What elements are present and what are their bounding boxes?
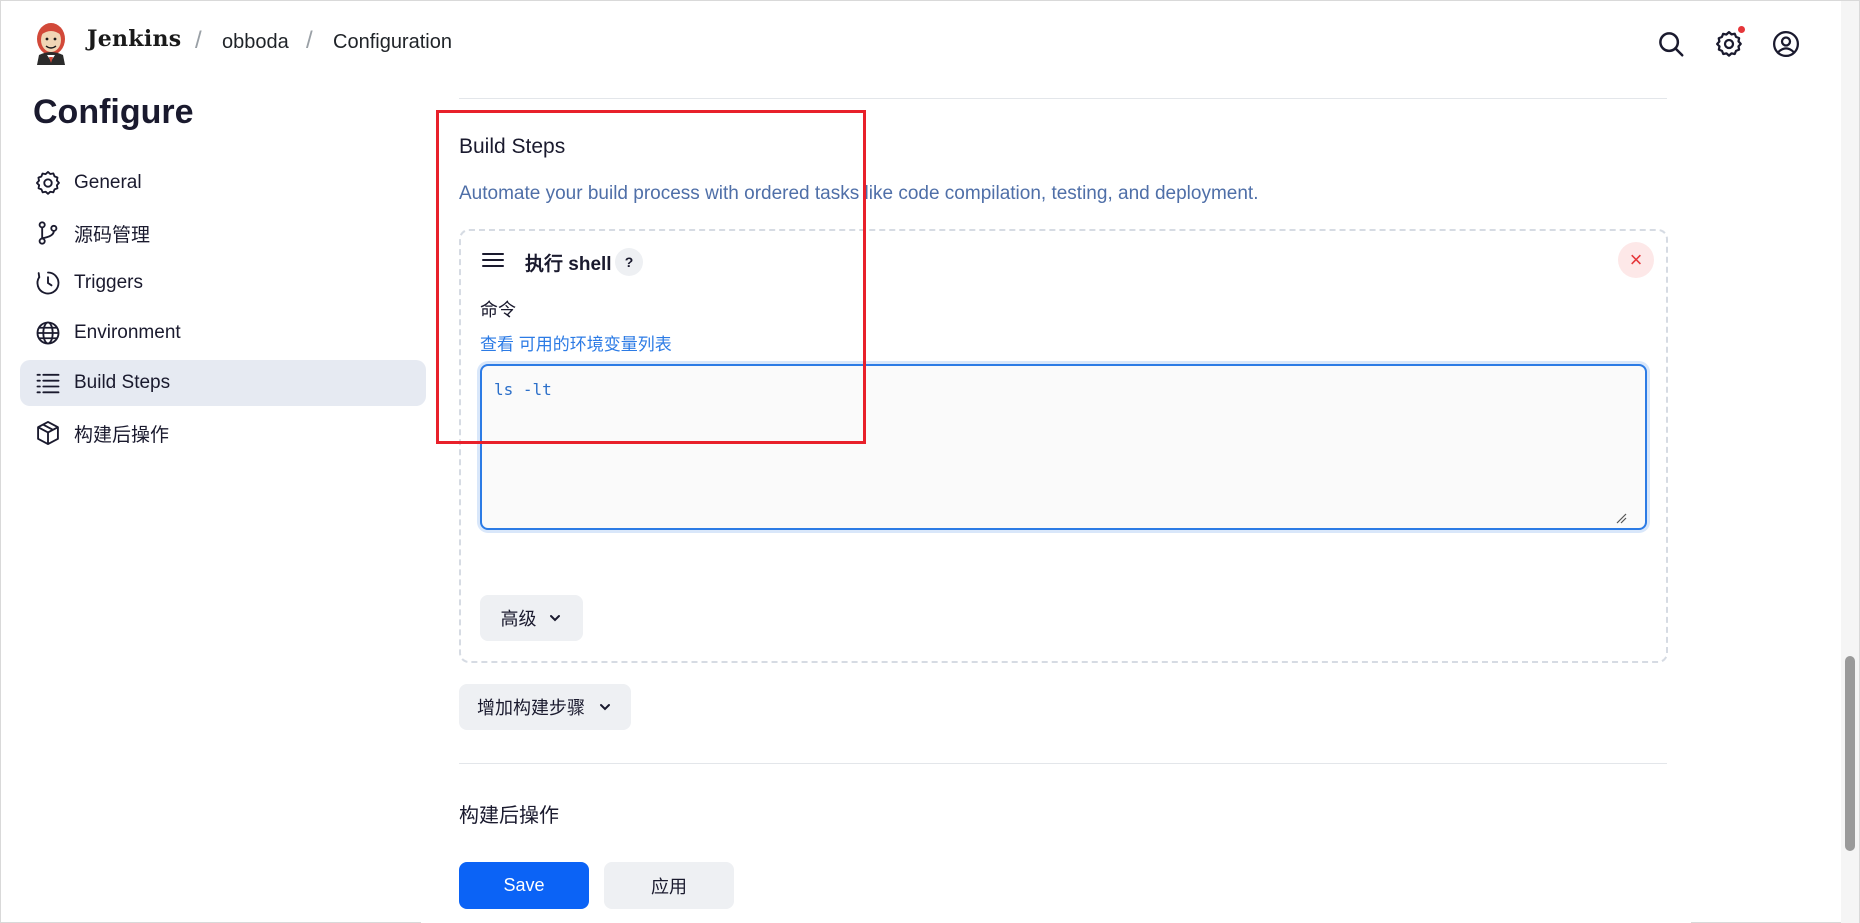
breadcrumb-separator: /: [195, 27, 202, 54]
settings-icon[interactable]: [1714, 29, 1744, 59]
globe-icon: [34, 319, 62, 347]
env-vars-hint: 查看 可用的环境变量列表: [480, 330, 672, 355]
sidebar-item-environment[interactable]: Environment: [20, 310, 426, 356]
section-divider: [459, 763, 1667, 764]
command-textarea[interactable]: ls -lt: [480, 364, 1647, 530]
sidebar-item-label: Build Steps: [74, 372, 171, 393]
save-button[interactable]: Save: [459, 862, 589, 909]
user-icon[interactable]: [1771, 29, 1801, 59]
resize-handle-icon[interactable]: [1615, 511, 1627, 524]
add-build-step-label: 增加构建步骤: [477, 698, 585, 718]
env-vars-link[interactable]: 可用的环境变量列表: [519, 335, 672, 354]
apply-button[interactable]: 应用: [604, 862, 734, 909]
jenkins-logo-icon[interactable]: [33, 19, 69, 65]
command-label: 命令: [480, 300, 516, 320]
sidebar-item-label: Environment: [74, 322, 181, 343]
chevron-down-icon: [600, 704, 610, 711]
gear-icon: [34, 169, 62, 197]
sidebar-item-post-build[interactable]: 构建后操作: [20, 410, 426, 456]
sidebar-item-label: 构建后操作: [74, 424, 170, 446]
sidebar-item-label: 源码管理: [74, 224, 151, 246]
breadcrumb-job[interactable]: obboda: [222, 31, 289, 54]
breadcrumb-separator: /: [306, 27, 313, 54]
sidebar-item-scm[interactable]: 源码管理: [20, 210, 426, 256]
post-build-section-title: 构建后操作: [459, 805, 559, 827]
advanced-button[interactable]: 高级: [480, 595, 583, 641]
step-title: 执行 shell: [525, 254, 612, 275]
sidebar-item-label: Triggers: [74, 272, 143, 293]
advanced-label: 高级: [500, 609, 537, 629]
page-title: Configure: [33, 93, 194, 131]
section-title: Build Steps: [459, 135, 566, 158]
drag-handle-icon[interactable]: [481, 249, 505, 271]
section-description: Automate your build process with ordered…: [459, 183, 1259, 204]
breadcrumb-configuration[interactable]: Configuration: [333, 31, 452, 54]
add-build-step-button[interactable]: 增加构建步骤: [459, 684, 631, 730]
search-icon[interactable]: [1656, 29, 1686, 59]
notification-dot: [1738, 26, 1745, 33]
section-divider: [459, 98, 1667, 99]
env-vars-prefix: 查看: [480, 335, 514, 354]
sidebar-item-general[interactable]: General: [20, 160, 426, 206]
clock-icon: [34, 269, 62, 297]
scrollbar-thumb[interactable]: [1845, 656, 1855, 851]
remove-step-button[interactable]: ×: [1618, 242, 1654, 278]
brand-name[interactable]: Jenkins: [87, 26, 181, 52]
chevron-down-icon: [549, 615, 560, 622]
help-button[interactable]: ?: [615, 248, 643, 276]
git-branch-icon: [34, 219, 62, 247]
package-icon: [34, 419, 62, 447]
sidebar-item-build-steps[interactable]: Build Steps: [20, 360, 426, 406]
sidebar-item-label: General: [74, 172, 142, 193]
header: Jenkins / obboda / Configuration: [1, 1, 1860, 85]
sidebar-item-triggers[interactable]: Triggers: [20, 260, 426, 306]
list-icon: [34, 369, 62, 397]
